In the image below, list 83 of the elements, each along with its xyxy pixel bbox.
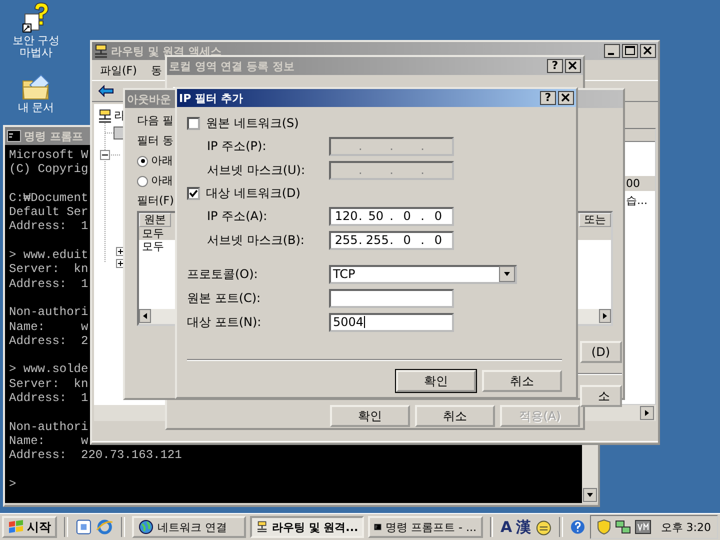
console-line: Address: 1 <box>9 391 88 406</box>
network-icon[interactable] <box>614 519 631 535</box>
console-line: Microsoft W <box>9 148 88 162</box>
checkbox[interactable]: 대상 네트워크(D) <box>187 185 562 201</box>
menu-item[interactable]: 동 <box>150 62 162 78</box>
console-line: Server: kn <box>9 262 88 277</box>
back-arrow-icon[interactable] <box>98 85 114 97</box>
folder-icon[interactable] <box>21 73 51 101</box>
console-line: > www.solde <box>9 362 88 377</box>
console-line: Non-authori <box>9 420 90 434</box>
windows-flag-icon <box>8 520 24 534</box>
console-line: Address: 220.73.163.121 <box>9 448 182 463</box>
console-line: Address: 1 <box>9 219 88 234</box>
language-indicator[interactable]: A <box>500 518 512 536</box>
console-line: Address: 1 <box>9 276 88 291</box>
field-label: 서브넷 마스크(U): <box>206 162 306 178</box>
window-title: IP 필터 추가 <box>179 90 243 106</box>
field-label: IP 주소(P): <box>206 138 268 154</box>
window-title: 아웃바운 <box>127 92 171 106</box>
tree-item[interactable]: 라 <box>114 108 125 123</box>
radio-button[interactable]: 아래 <box>137 174 173 188</box>
taskbar-button[interactable]: 네트워크 연결 <box>132 516 246 538</box>
desktop-icon-label[interactable]: 보안 구성 마법사 <box>9 35 63 59</box>
router-icon <box>256 519 268 535</box>
help-icon[interactable] <box>570 519 586 535</box>
check-icon <box>189 188 198 198</box>
console-line: Address: 2 <box>9 334 88 348</box>
scroll-right-icon[interactable] <box>640 406 654 420</box>
dialog-button[interactable]: (D) <box>580 341 622 363</box>
scroll-down-icon[interactable] <box>583 488 597 502</box>
dialog-button[interactable]: 소 <box>580 385 622 407</box>
console-line: Default Ser <box>9 205 88 220</box>
router-icon <box>94 44 108 58</box>
scroll-left-icon[interactable] <box>139 309 151 323</box>
dialog-text: 필터 동 <box>137 134 174 148</box>
menu-item[interactable]: 파일(F) <box>100 62 137 78</box>
dialog-button[interactable]: 취소 <box>415 405 495 427</box>
column-header[interactable]: 원본 <box>139 213 171 227</box>
list-label: 필터(F) <box>137 194 174 208</box>
help-button[interactable]: ? <box>540 91 556 105</box>
field-label: IP 주소(A): <box>206 208 268 224</box>
console-line: > www.eduit <box>9 248 88 262</box>
field-label: 프로토콜(O): <box>187 266 259 282</box>
console-line: C:₩Document <box>9 190 88 206</box>
ip-address-field[interactable]: 120. 50 . 0 . 0 <box>329 206 454 226</box>
dialog-button[interactable]: 취소 <box>482 370 562 392</box>
browser-icon[interactable] <box>96 518 114 536</box>
radio-button[interactable]: 아래 <box>137 154 173 168</box>
window-title: 명령 프롬프 <box>24 128 83 144</box>
dialog-button[interactable]: 확인 <box>330 405 410 427</box>
field-label: 원본 포트(C): <box>187 290 262 306</box>
shield-icon[interactable] <box>596 519 611 535</box>
close-icon[interactable] <box>558 91 574 105</box>
start-button[interactable]: 시작 <box>2 516 57 538</box>
router-icon <box>98 108 112 122</box>
taskbar-button[interactable]: 라우팅 및 원격... <box>250 516 364 538</box>
console-icon <box>7 130 21 142</box>
field-label: 서브넷 마스크(B): <box>206 232 306 248</box>
clock: 오후 3:20 <box>660 520 712 534</box>
window-title: 로컬 영역 연결 등록 정보 <box>169 58 294 74</box>
dialog-text: 다음 필 <box>137 114 174 128</box>
source-port-field[interactable] <box>329 288 454 308</box>
dialog-button[interactable]: 확인 <box>396 370 476 392</box>
vm-icon[interactable] <box>634 520 651 534</box>
console-line: Server: kn <box>9 376 88 392</box>
console-line: Non-authori <box>9 305 88 320</box>
desktop-shortcut-icon[interactable] <box>74 518 92 536</box>
console-line: > <box>9 476 16 492</box>
console-line: (C) Copyrig <box>9 162 88 177</box>
protocol-dropdown[interactable]: TCP <box>329 264 517 284</box>
column-header[interactable]: 또는 <box>579 213 611 227</box>
globe-icon <box>138 519 154 535</box>
console-line: Name: w <box>9 434 90 448</box>
destination-port-field[interactable]: 5004 <box>329 312 454 332</box>
checkbox[interactable]: 원본 네트워크(S) <box>187 115 562 131</box>
console-line: Name: w <box>9 320 88 334</box>
scroll-right-icon[interactable] <box>599 309 611 323</box>
subnet-mask-field[interactable]: 255. 255. 0 . 0 <box>329 230 454 250</box>
desktop-icon-label[interactable]: 내 문서 <box>9 102 63 114</box>
taskbar-button[interactable]: 명령 프롬프트 - ... <box>368 516 483 538</box>
language-indicator[interactable]: 漢 <box>516 518 532 536</box>
wizard-document-icon[interactable] <box>21 2 51 34</box>
field-label: 대상 포트(N): <box>187 314 262 330</box>
